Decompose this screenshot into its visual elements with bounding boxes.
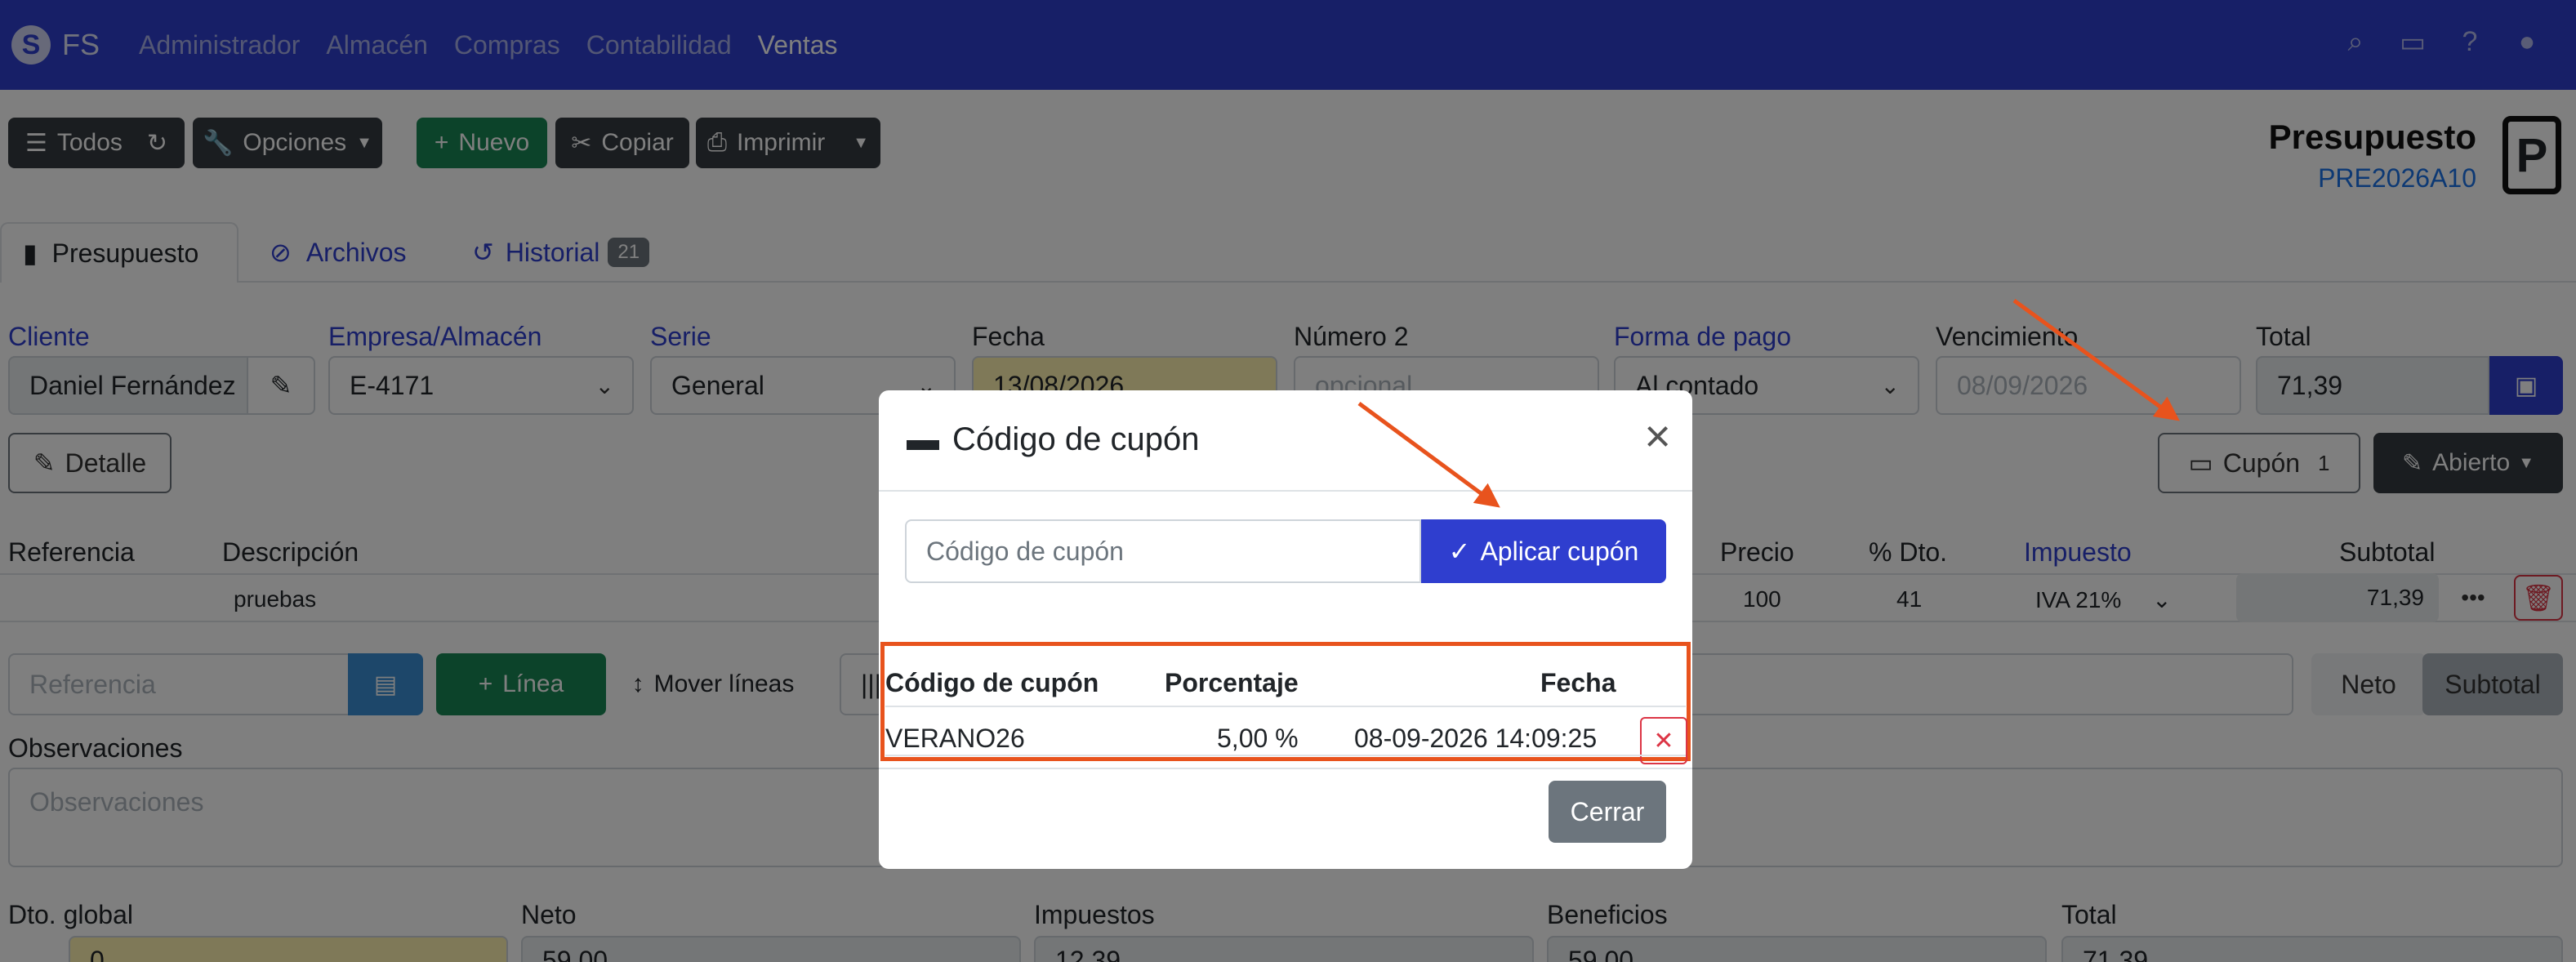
close-modal-button[interactable]: Cerrar: [1549, 781, 1666, 843]
delete-coupon-button[interactable]: ✕: [1640, 717, 1687, 764]
close-icon[interactable]: ×: [1644, 413, 1671, 459]
coupon-code-input[interactable]: Código de cupón: [905, 519, 1421, 583]
modal-footer-divider: [879, 768, 1692, 769]
coupon-code-cell: VERANO26: [885, 724, 1025, 753]
modal-title-text: Código de cupón: [952, 421, 1200, 457]
coupon-table: Código de cupón Porcentaje Fecha VERANO2…: [879, 642, 1692, 766]
col-date: Fecha: [1540, 668, 1616, 697]
check-icon: ✓: [1448, 537, 1471, 566]
col-coupon-code: Código de cupón: [885, 668, 1099, 697]
coupon-percent-cell: 5,00 %: [1217, 724, 1299, 753]
close-icon: ✕: [1653, 727, 1674, 755]
apply-coupon-button[interactable]: ✓ Aplicar cupón: [1421, 519, 1666, 583]
modal-header: ▬ Código de cupón ×: [879, 390, 1692, 492]
ticket-icon: ▬: [907, 421, 939, 457]
table-divider: [885, 755, 1686, 756]
col-percentage: Porcentaje: [1165, 668, 1299, 697]
table-divider: [885, 706, 1686, 707]
modal-title: ▬ Código de cupón: [907, 421, 1199, 458]
apply-coupon-label: Aplicar cupón: [1480, 536, 1639, 566]
coupon-modal: ▬ Código de cupón × Código de cupón ✓ Ap…: [879, 390, 1692, 869]
coupon-date-cell: 08-09-2026 14:09:25: [1354, 724, 1598, 753]
